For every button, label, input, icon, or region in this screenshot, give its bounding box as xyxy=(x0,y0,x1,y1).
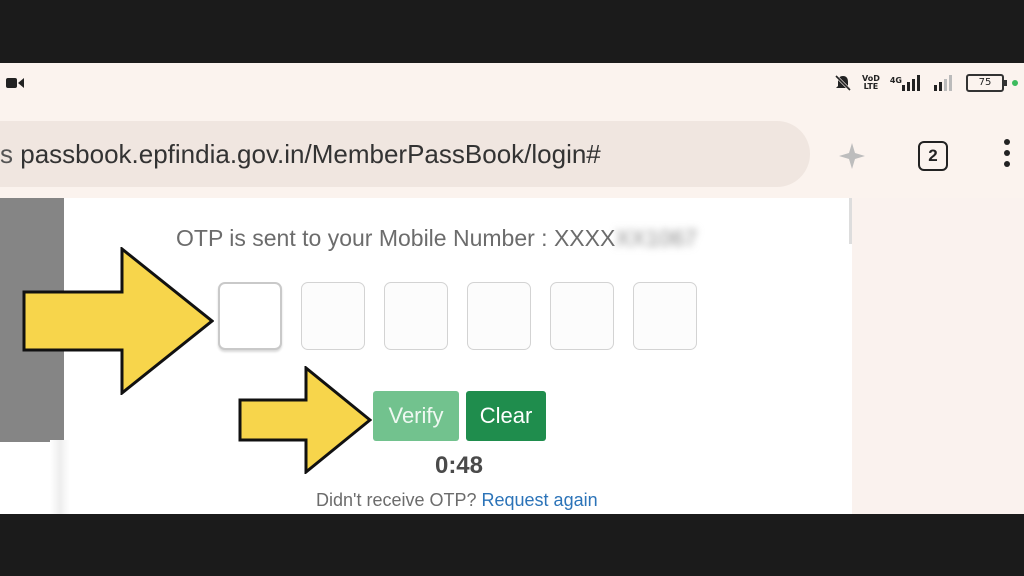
battery-level: 75 xyxy=(978,77,992,88)
otp-message-text: OTP is sent to your Mobile Number : XXXX xyxy=(176,225,616,251)
more-menu-icon[interactable] xyxy=(1000,139,1014,171)
resend-prompt: Didn't receive OTP? xyxy=(316,490,477,510)
arrow-pointer-icon xyxy=(22,247,214,395)
site-info-icon[interactable] xyxy=(835,139,869,173)
otp-digit-4[interactable] xyxy=(467,282,531,350)
tab-count: 2 xyxy=(928,146,938,165)
signal-group-1: 4G xyxy=(890,75,924,91)
url-value[interactable]: passbook.epfindia.gov.in/MemberPassBook/… xyxy=(20,139,601,169)
battery-icon: 75 xyxy=(966,74,1007,92)
otp-input-group xyxy=(218,282,700,354)
url-text[interactable]: s passbook.epfindia.gov.in/MemberPassBoo… xyxy=(0,139,601,170)
video-camera-icon xyxy=(6,78,24,88)
masked-number: XX1067 xyxy=(615,225,698,251)
otp-digit-6[interactable] xyxy=(633,282,697,350)
volte-bottom-text: LTE xyxy=(863,82,879,91)
scrollbar[interactable] xyxy=(849,198,852,244)
verify-button[interactable]: Verify xyxy=(373,391,459,441)
privacy-dot xyxy=(1012,80,1018,86)
signal-icon xyxy=(902,75,920,91)
otp-message: OTP is sent to your Mobile Number : XXXX… xyxy=(176,225,697,252)
otp-digit-2[interactable] xyxy=(301,282,365,350)
video-letterbox-top xyxy=(0,0,1024,63)
signal-icon-secondary xyxy=(934,75,952,91)
tabs-icon[interactable]: 2 xyxy=(918,141,948,171)
otp-timer: 0:48 xyxy=(434,452,484,479)
volte-indicator: VoD LTE xyxy=(862,75,880,91)
resend-row: Didn't receive OTP? Request again xyxy=(316,490,598,511)
otp-digit-1[interactable] xyxy=(218,282,282,350)
network-type: 4G xyxy=(889,76,902,85)
otp-digit-3[interactable] xyxy=(384,282,448,350)
clear-button[interactable]: Clear xyxy=(466,391,546,441)
phone-screen: VoD LTE 4G 75 s passbook.epfindia.gov.in… xyxy=(0,63,1024,514)
otp-digit-5[interactable] xyxy=(550,282,614,350)
request-again-link[interactable]: Request again xyxy=(482,490,598,510)
arrow-pointer-icon xyxy=(238,366,372,474)
video-letterbox-bottom xyxy=(0,514,1024,576)
status-bar: VoD LTE 4G 75 xyxy=(0,63,1024,103)
mute-bell-icon xyxy=(834,74,852,92)
